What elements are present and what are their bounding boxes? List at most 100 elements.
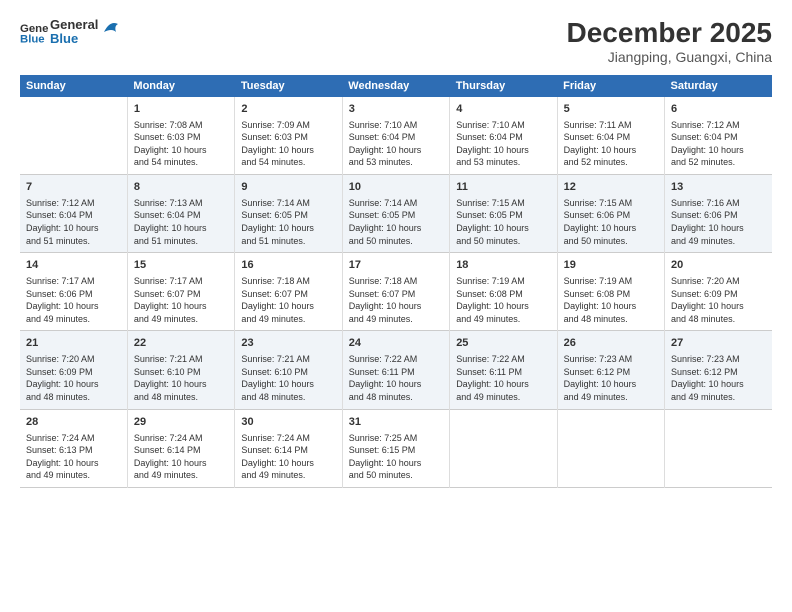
logo-icon: General Blue (20, 18, 48, 46)
calendar-day-header: Saturday (665, 75, 772, 97)
cell-content: Sunrise: 7:22 AM Sunset: 6:11 PM Dayligh… (349, 353, 443, 403)
cell-content: Sunrise: 7:16 AM Sunset: 6:06 PM Dayligh… (671, 197, 766, 247)
calendar-cell: 25 Sunrise: 7:22 AM Sunset: 6:11 PM Dayli… (450, 331, 557, 409)
calendar-cell: 14Sunrise: 7:17 AM Sunset: 6:06 PM Dayli… (20, 253, 127, 331)
cell-content: Sunrise: 7:10 AM Sunset: 6:04 PM Dayligh… (349, 119, 443, 169)
day-number: 12 (564, 180, 658, 195)
day-number: 24 (349, 336, 443, 351)
cell-content: Sunrise: 7:23 AM Sunset: 6:12 PM Dayligh… (671, 353, 766, 403)
cell-content: Sunrise: 7:17 AM Sunset: 6:07 PM Dayligh… (134, 275, 228, 325)
calendar-cell: 31 Sunrise: 7:25 AM Sunset: 6:15 PM Dayli… (342, 409, 449, 487)
day-number: 26 (564, 336, 658, 351)
calendar-cell: 28 Sunrise: 7:24 AM Sunset: 6:13 PM Dayli… (20, 409, 127, 487)
calendar-cell: 27 Sunrise: 7:23 AM Sunset: 6:12 PM Dayli… (665, 331, 772, 409)
calendar-cell: 20 Sunrise: 7:20 AM Sunset: 6:09 PM Dayli… (665, 253, 772, 331)
day-number: 1 (134, 102, 228, 117)
cell-content: Sunrise: 7:23 AM Sunset: 6:12 PM Dayligh… (564, 353, 658, 403)
calendar-day-header: Sunday (20, 75, 127, 97)
calendar-cell: 2 Sunrise: 7:09 AM Sunset: 6:03 PM Daylig… (235, 97, 342, 175)
calendar-week-row: 7 Sunrise: 7:12 AM Sunset: 6:04 PM Daylig… (20, 175, 772, 253)
calendar-cell: 12 Sunrise: 7:15 AM Sunset: 6:06 PM Dayli… (557, 175, 664, 253)
cell-content: Sunrise: 7:24 AM Sunset: 6:13 PM Dayligh… (26, 432, 121, 482)
svg-text:Blue: Blue (20, 34, 45, 46)
cell-content: Sunrise: 7:13 AM Sunset: 6:04 PM Dayligh… (134, 197, 228, 247)
calendar-cell: 22 Sunrise: 7:21 AM Sunset: 6:10 PM Dayli… (127, 331, 234, 409)
day-number: 7 (26, 180, 121, 195)
calendar-day-header: Monday (127, 75, 234, 97)
cell-content: Sunrise: 7:10 AM Sunset: 6:04 PM Dayligh… (456, 119, 550, 169)
cell-content: Sunrise: 7:18 AM Sunset: 6:07 PM Dayligh… (349, 275, 443, 325)
cell-content: Sunrise: 7:19 AM Sunset: 6:08 PM Dayligh… (456, 275, 550, 325)
cell-content: Sunrise: 7:20 AM Sunset: 6:09 PM Dayligh… (671, 275, 766, 325)
calendar-cell: 1 Sunrise: 7:08 AM Sunset: 6:03 PM Daylig… (127, 97, 234, 175)
cell-content: Sunrise: 7:09 AM Sunset: 6:03 PM Dayligh… (241, 119, 335, 169)
day-number: 2 (241, 102, 335, 117)
calendar-cell: 19 Sunrise: 7:19 AM Sunset: 6:08 PM Dayli… (557, 253, 664, 331)
title-area: December 2025 Jiangping, Guangxi, China (567, 18, 772, 65)
cell-content: Sunrise: 7:25 AM Sunset: 6:15 PM Dayligh… (349, 432, 443, 482)
cell-content: Sunrise: 7:15 AM Sunset: 6:06 PM Dayligh… (564, 197, 658, 247)
calendar-day-header: Wednesday (342, 75, 449, 97)
calendar-cell: 29 Sunrise: 7:24 AM Sunset: 6:14 PM Dayli… (127, 409, 234, 487)
logo: General Blue General Blue (20, 18, 120, 47)
calendar-cell: 5Sunrise: 7:11 AM Sunset: 6:04 PM Daylig… (557, 97, 664, 175)
logo-text-line2: Blue (50, 32, 98, 46)
calendar-day-header: Thursday (450, 75, 557, 97)
cell-content: Sunrise: 7:22 AM Sunset: 6:11 PM Dayligh… (456, 353, 550, 403)
calendar-cell (557, 409, 664, 487)
calendar-cell: 7 Sunrise: 7:12 AM Sunset: 6:04 PM Daylig… (20, 175, 127, 253)
day-number: 3 (349, 102, 443, 117)
day-number: 4 (456, 102, 550, 117)
calendar-cell: 24 Sunrise: 7:22 AM Sunset: 6:11 PM Dayli… (342, 331, 449, 409)
calendar-header-row: SundayMondayTuesdayWednesdayThursdayFrid… (20, 75, 772, 97)
calendar-cell: 4 Sunrise: 7:10 AM Sunset: 6:04 PM Daylig… (450, 97, 557, 175)
day-number: 31 (349, 415, 443, 430)
calendar-cell (665, 409, 772, 487)
day-number: 10 (349, 180, 443, 195)
calendar-body: 1 Sunrise: 7:08 AM Sunset: 6:03 PM Daylig… (20, 97, 772, 488)
cell-content: Sunrise: 7:24 AM Sunset: 6:14 PM Dayligh… (241, 432, 335, 482)
cell-content: Sunrise: 7:17 AM Sunset: 6:06 PM Dayligh… (26, 275, 121, 325)
cell-content: Sunrise: 7:18 AM Sunset: 6:07 PM Dayligh… (241, 275, 335, 325)
day-number: 17 (349, 258, 443, 273)
calendar-cell: 6 Sunrise: 7:12 AM Sunset: 6:04 PM Daylig… (665, 97, 772, 175)
calendar-cell: 26 Sunrise: 7:23 AM Sunset: 6:12 PM Dayli… (557, 331, 664, 409)
calendar-cell: 3 Sunrise: 7:10 AM Sunset: 6:04 PM Daylig… (342, 97, 449, 175)
subtitle: Jiangping, Guangxi, China (567, 49, 772, 65)
day-number: 22 (134, 336, 228, 351)
day-number: 19 (564, 258, 658, 273)
cell-content: Sunrise: 7:12 AM Sunset: 6:04 PM Dayligh… (26, 197, 121, 247)
logo-text-line1: General (50, 18, 98, 32)
cell-content: Sunrise: 7:12 AM Sunset: 6:04 PM Dayligh… (671, 119, 766, 169)
main-title: December 2025 (567, 18, 772, 49)
cell-content: Sunrise: 7:15 AM Sunset: 6:05 PM Dayligh… (456, 197, 550, 247)
day-number: 25 (456, 336, 550, 351)
day-number: 23 (241, 336, 335, 351)
calendar-cell: 8Sunrise: 7:13 AM Sunset: 6:04 PM Daylig… (127, 175, 234, 253)
cell-content: Sunrise: 7:14 AM Sunset: 6:05 PM Dayligh… (349, 197, 443, 247)
cell-content: Sunrise: 7:21 AM Sunset: 6:10 PM Dayligh… (241, 353, 335, 403)
day-number: 13 (671, 180, 766, 195)
cell-content: Sunrise: 7:08 AM Sunset: 6:03 PM Dayligh… (134, 119, 228, 169)
day-number: 6 (671, 102, 766, 117)
cell-content: Sunrise: 7:11 AM Sunset: 6:04 PM Dayligh… (564, 119, 658, 169)
calendar-cell: 23 Sunrise: 7:21 AM Sunset: 6:10 PM Dayli… (235, 331, 342, 409)
cell-content: Sunrise: 7:24 AM Sunset: 6:14 PM Dayligh… (134, 432, 228, 482)
header: General Blue General Blue December 2025 … (20, 18, 772, 65)
day-number: 21 (26, 336, 121, 351)
cell-content: Sunrise: 7:21 AM Sunset: 6:10 PM Dayligh… (134, 353, 228, 403)
cell-content: Sunrise: 7:20 AM Sunset: 6:09 PM Dayligh… (26, 353, 121, 403)
cell-content: Sunrise: 7:19 AM Sunset: 6:08 PM Dayligh… (564, 275, 658, 325)
calendar-week-row: 1 Sunrise: 7:08 AM Sunset: 6:03 PM Daylig… (20, 97, 772, 175)
logo-bird-icon (102, 18, 120, 36)
calendar-cell: 9Sunrise: 7:14 AM Sunset: 6:05 PM Daylig… (235, 175, 342, 253)
day-number: 30 (241, 415, 335, 430)
calendar-week-row: 14Sunrise: 7:17 AM Sunset: 6:06 PM Dayli… (20, 253, 772, 331)
day-number: 29 (134, 415, 228, 430)
day-number: 27 (671, 336, 766, 351)
day-number: 20 (671, 258, 766, 273)
day-number: 28 (26, 415, 121, 430)
day-number: 18 (456, 258, 550, 273)
day-number: 9 (241, 180, 335, 195)
calendar-cell (20, 97, 127, 175)
